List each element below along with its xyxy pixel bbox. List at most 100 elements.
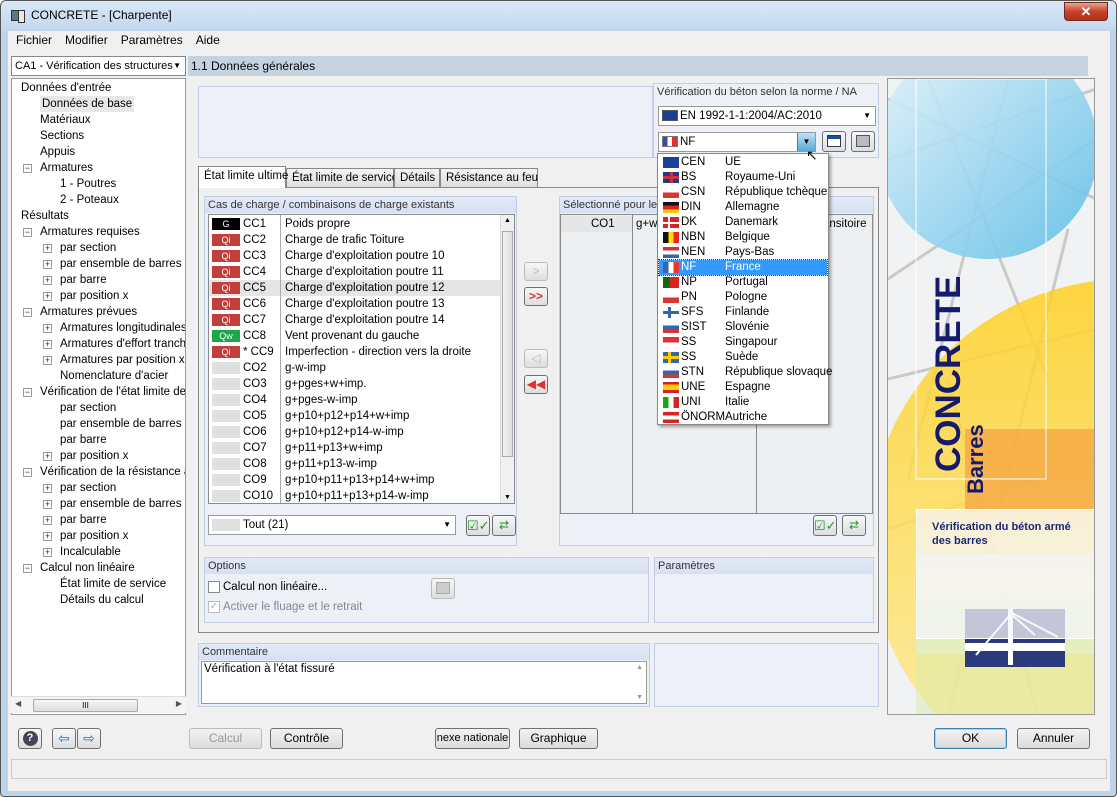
controle-button[interactable]: Contrôle — [270, 728, 343, 749]
tree-item[interactable]: Vérification de la résistance au feu — [40, 464, 185, 480]
previous-button[interactable]: ⇦ — [52, 728, 76, 749]
tree-item[interactable]: par barre — [60, 272, 107, 288]
remove-selected-button[interactable]: ◁ — [524, 349, 548, 368]
tree-horizontal-scrollbar[interactable]: ◀ III ▶ — [11, 696, 186, 713]
expand-icon[interactable]: + — [43, 276, 52, 285]
table-row[interactable]: Qi * CC9 Imperfection - direction vers la … — [209, 344, 501, 360]
dropdown-option[interactable]: SIST Slovénie — [659, 320, 827, 335]
tree-item[interactable]: par ensemble de barres — [60, 256, 181, 272]
table-row[interactable]: Qw CC8 Vent provenant du gauche — [209, 328, 501, 344]
dropdown-option[interactable]: STN République slovaque — [659, 365, 832, 380]
dropdown-option[interactable]: NBN Belgique — [659, 230, 827, 245]
table-row[interactable]: Qi CC5 Charge d'exploitation poutre 12 — [209, 280, 501, 296]
tree-item[interactable]: Armatures requises — [40, 224, 140, 240]
tree-item[interactable]: Calcul non linéaire — [40, 560, 135, 576]
table-row[interactable]: CO9 g+p10+p11+p13+p14+w+imp — [209, 472, 501, 488]
national-annex-dropdown[interactable]: CEN UE BS Royaume-Uni CSN République tchèque D… — [657, 153, 832, 425]
invert-selection-button[interactable]: ⇄ — [492, 515, 516, 536]
edit-annex-button[interactable] — [851, 131, 875, 152]
menu-fichier[interactable]: Fichier — [11, 31, 57, 49]
expand-icon[interactable]: + — [43, 260, 52, 269]
tree-item[interactable]: Armatures d'effort tranchant — [60, 336, 185, 352]
tree-item[interactable]: Appuis — [40, 144, 75, 160]
dropdown-option[interactable]: ÖNORM Autriche — [659, 410, 827, 425]
scroll-up-icon[interactable]: ▲ — [636, 664, 643, 671]
table-row[interactable]: Qi CC7 Charge d'exploitation poutre 14 — [209, 312, 501, 328]
select-all-button[interactable]: ☑✓ — [466, 515, 490, 536]
tree-item[interactable]: Données d'entrée — [21, 80, 111, 96]
graphique-button[interactable]: Graphique — [519, 728, 598, 749]
add-selected-button[interactable]: > — [524, 262, 548, 281]
expand-icon[interactable]: + — [43, 356, 52, 365]
expand-icon[interactable]: + — [43, 500, 52, 509]
table-row[interactable]: G CC1 Poids propre — [209, 216, 501, 232]
collapse-icon[interactable]: − — [23, 564, 32, 573]
tree-item[interactable]: par position x — [60, 528, 128, 544]
tab-details[interactable]: Détails — [394, 168, 440, 188]
menu-parametres[interactable]: Paramètres — [116, 31, 188, 49]
dropdown-option[interactable]: DK Danemark — [659, 215, 827, 230]
tree-item[interactable]: par section — [60, 400, 116, 416]
nonlinear-checkbox[interactable]: Calcul non linéaire... — [208, 581, 327, 593]
tree-item[interactable]: par section — [60, 480, 116, 496]
collapse-icon[interactable]: − — [23, 228, 32, 237]
collapse-icon[interactable]: − — [23, 308, 32, 317]
table-row[interactable]: CO1 — [561, 216, 632, 232]
tree-item[interactable]: Données de base — [40, 96, 135, 112]
new-annex-button[interactable] — [822, 131, 846, 152]
dropdown-option[interactable]: NF France — [658, 259, 828, 276]
scroll-down-icon[interactable]: ▼ — [636, 694, 643, 701]
help-button[interactable]: ? — [18, 728, 42, 749]
standard-select[interactable]: EN 1992-1-1:2004/AC:2010 ▼ — [658, 106, 876, 126]
dropdown-option[interactable]: NEN Pays-Bas — [659, 245, 827, 260]
invert-selection-button-2[interactable]: ⇄ — [842, 515, 866, 536]
tree-item[interactable]: Sections — [40, 128, 84, 144]
expand-icon[interactable]: + — [43, 516, 52, 525]
dropdown-option[interactable]: CSN République tchèque — [659, 185, 827, 200]
dropdown-option[interactable]: PN Pologne — [659, 290, 827, 305]
next-button[interactable]: ⇨ — [77, 728, 101, 749]
dropdown-option[interactable]: BS Royaume-Uni — [659, 170, 827, 185]
scrollbar-thumb[interactable] — [502, 231, 513, 457]
table-row[interactable]: Qi CC2 Charge de trafic Toiture — [209, 232, 501, 248]
comment-input[interactable]: Vérification à l'état fissuré ▲ ▼ — [201, 661, 647, 704]
table-row[interactable]: CO3 g+pges+w+imp. — [209, 376, 501, 392]
tree-item[interactable]: par barre — [60, 432, 107, 448]
dropdown-option[interactable]: SFS Finlande — [659, 305, 827, 320]
tree-item[interactable]: par position x — [60, 448, 128, 464]
tree-item[interactable]: par section — [60, 240, 116, 256]
list-vertical-scrollbar[interactable]: ▲ ▼ — [500, 215, 514, 503]
tree-item[interactable]: Matériaux — [40, 112, 91, 128]
tab-resistance-feu[interactable]: Résistance au feu — [440, 168, 538, 188]
scroll-left-icon[interactable]: ◀ — [15, 699, 21, 708]
tree-item[interactable]: Armatures prévues — [40, 304, 137, 320]
expand-icon[interactable]: + — [43, 452, 52, 461]
menu-modifier[interactable]: Modifier — [60, 31, 113, 49]
expand-icon[interactable]: + — [43, 532, 52, 541]
ok-button[interactable]: OK — [934, 728, 1007, 749]
close-button[interactable]: ✕ — [1064, 2, 1108, 21]
table-row[interactable]: CO10 g+p10+p11+p13+p14-w-imp — [209, 488, 501, 503]
dropdown-option[interactable]: DIN Allemagne — [659, 200, 827, 215]
tree-item[interactable]: Détails du calcul — [60, 592, 144, 608]
tree-item[interactable]: Résultats — [21, 208, 69, 224]
dropdown-option[interactable]: CEN UE — [659, 155, 827, 170]
national-annex-select[interactable]: NF ▼ — [658, 132, 816, 152]
tree-item[interactable]: Armatures par position x — [60, 352, 185, 368]
scroll-up-icon[interactable]: ▲ — [504, 217, 511, 224]
collapse-icon[interactable]: − — [23, 164, 32, 173]
select-all-button-2[interactable]: ☑✓ — [813, 515, 837, 536]
expand-icon[interactable]: + — [43, 484, 52, 493]
scroll-down-icon[interactable]: ▼ — [504, 494, 511, 501]
expand-icon[interactable]: + — [43, 324, 52, 333]
table-row[interactable]: CO7 g+p11+p13+w+imp — [209, 440, 501, 456]
tree-item[interactable]: Armatures longitudinales — [60, 320, 185, 336]
creep-checkbox[interactable]: ✓ Activer le fluage et le retrait — [208, 601, 362, 613]
tree-item[interactable]: 2 - Poteaux — [60, 192, 119, 208]
existing-loads-list[interactable]: CO10 g+p10+p11+p13+p14-w-imp CO9 g+p10+p11+… — [208, 214, 515, 504]
annuler-button[interactable]: Annuler — [1017, 728, 1090, 749]
tree-item[interactable]: par barre — [60, 512, 107, 528]
table-row[interactable]: CO4 g+pges-w-imp — [209, 392, 501, 408]
case-selector[interactable]: CA1 - Vérification des structures ▼ — [11, 56, 186, 76]
tree-item[interactable]: par ensemble de barres — [60, 416, 181, 432]
